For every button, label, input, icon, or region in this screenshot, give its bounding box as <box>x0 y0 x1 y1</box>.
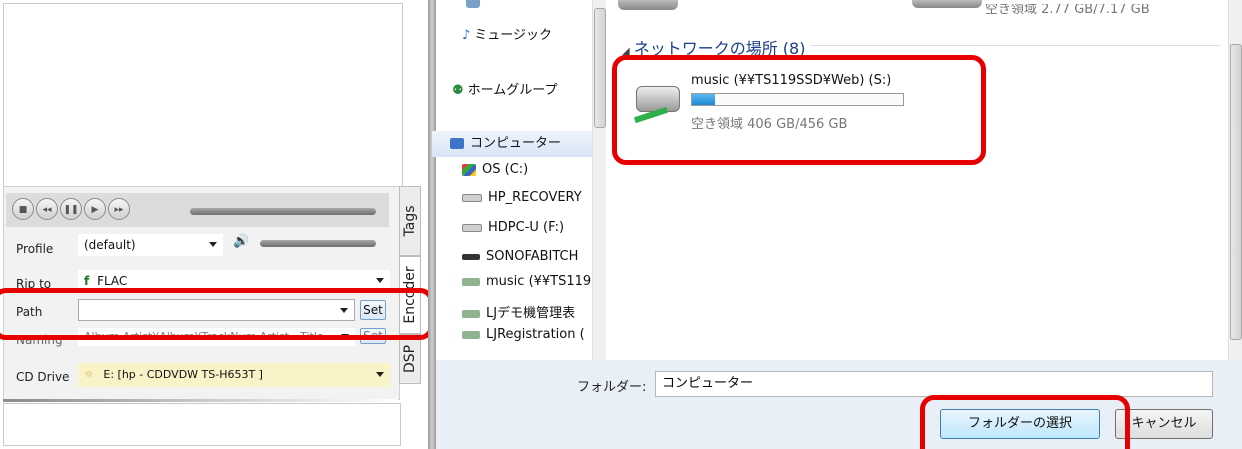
nav-item-computer[interactable]: コンピューター <box>432 131 592 157</box>
tab-tags[interactable]: Tags <box>399 186 421 256</box>
nav-item-music[interactable]: ♪ ミュージック <box>462 24 552 43</box>
nav-item-homegroup[interactable]: ⚉ ホームグループ <box>452 79 558 98</box>
pause-icon[interactable]: ❚❚ <box>60 198 82 220</box>
window-divider <box>428 0 436 449</box>
content-scrollbar-thumb[interactable] <box>1230 44 1242 340</box>
group-divider <box>810 45 1220 46</box>
drive-icon <box>912 0 982 8</box>
previous-icon[interactable]: ◂◂ <box>36 198 58 220</box>
folder-label: フォルダー: <box>577 380 647 395</box>
profile-value: (default) <box>84 238 136 252</box>
nav-drive-os[interactable]: OS (C:) <box>462 162 528 177</box>
drive-icon <box>462 223 482 232</box>
nav-drive-ljregistration[interactable]: LJRegistration ( <box>462 327 592 342</box>
volume-slider[interactable] <box>260 240 376 247</box>
seek-slider[interactable] <box>190 208 376 215</box>
stop-icon[interactable]: ■ <box>12 198 34 220</box>
nav-drive-music[interactable]: music (¥¥TS119 <box>462 274 592 289</box>
status-strip <box>3 399 398 402</box>
drive-icon <box>462 253 480 260</box>
log-area <box>3 403 401 446</box>
homegroup-icon: ⚉ <box>452 83 464 98</box>
cd-drive-label: CD Drive <box>16 370 70 384</box>
flac-icon: f <box>84 274 90 288</box>
cd-drive-value: E: [hp - CDDVDW TS-H653T ] <box>103 368 263 381</box>
nav-drive-ljdemo[interactable]: LJデモ機管理表 <box>462 302 592 321</box>
tab-dsp[interactable]: DSP <box>399 334 421 384</box>
path-highlight <box>0 288 434 340</box>
chevron-down-icon <box>376 372 384 377</box>
select-button-highlight <box>920 395 1130 449</box>
chevron-down-icon <box>209 242 217 247</box>
drive-icon <box>462 193 482 202</box>
drive-free-space-text: 空き領域 2.77 GB/7.17 GB <box>985 4 1150 17</box>
disc-icon: ☼ <box>84 368 94 381</box>
next-icon[interactable]: ▸▸ <box>108 198 130 220</box>
computer-icon <box>450 138 464 149</box>
profile-label: Profile <box>16 242 54 256</box>
cd-drive-select[interactable]: ☼ E: [hp - CDDVDW TS-H653T ] <box>78 363 390 387</box>
nav-drive-hdpc[interactable]: HDPC-U (F:) <box>462 220 564 235</box>
network-drive-icon <box>462 277 480 286</box>
network-drive-icon <box>462 330 480 339</box>
network-drive-highlight <box>612 55 986 165</box>
content-scrollbar[interactable] <box>1228 0 1242 360</box>
music-icon: ♪ <box>462 28 471 43</box>
nav-drive-recovery[interactable]: HP_RECOVERY <box>462 190 582 205</box>
nav-scrollbar[interactable] <box>592 0 607 360</box>
play-icon[interactable]: ▶ <box>84 198 106 220</box>
drive-icon <box>618 0 678 10</box>
nav-drive-sonofabitch[interactable]: SONOFABITCH <box>462 249 578 264</box>
speaker-icon[interactable]: 🔊 <box>233 234 249 249</box>
windows-drive-icon <box>462 163 476 176</box>
rip-format-value: FLAC <box>97 274 128 288</box>
track-list-area <box>3 3 403 187</box>
network-drive-icon <box>462 309 480 318</box>
chevron-down-icon <box>376 278 384 283</box>
nav-scrollbar-thumb[interactable] <box>594 8 606 128</box>
profile-select[interactable]: (default) <box>78 234 223 256</box>
folder-input[interactable]: コンピューター <box>655 371 1213 397</box>
video-icon <box>466 0 480 8</box>
